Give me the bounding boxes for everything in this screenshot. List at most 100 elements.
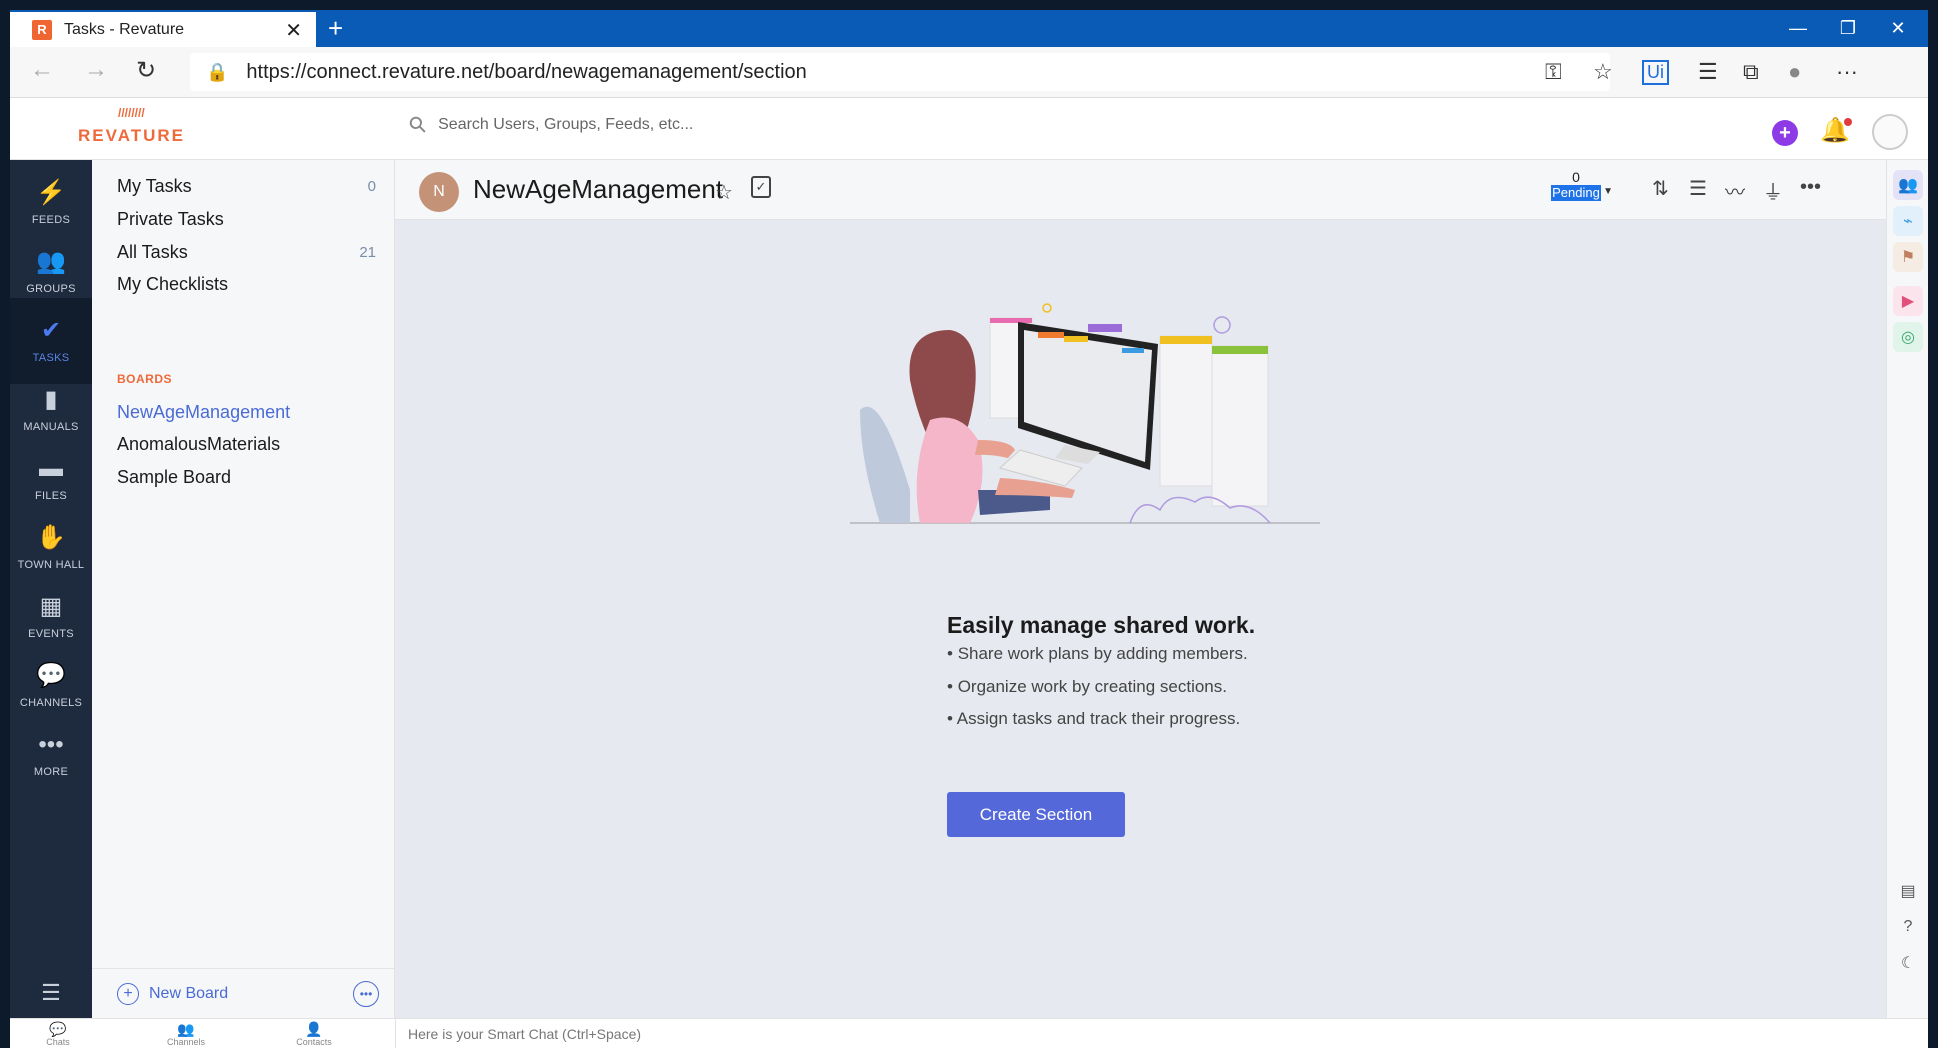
chat-icon: 💬 xyxy=(49,1021,67,1037)
footer-label: Chats xyxy=(46,1037,70,1047)
sidepanel-all-tasks[interactable]: All Tasks xyxy=(117,242,188,263)
forward-icon[interactable]: → xyxy=(84,56,108,84)
revature-favicon-icon: R xyxy=(32,19,52,40)
nav-label: MANUALS xyxy=(23,421,79,433)
dark-mode-icon[interactable]: ☾ xyxy=(1893,948,1923,978)
bolt-icon: ⚡ xyxy=(36,179,66,206)
sidepanel-private-tasks[interactable]: Private Tasks xyxy=(117,209,224,230)
profile-icon[interactable]: ● xyxy=(1788,59,1801,85)
notes-icon[interactable]: ▤ xyxy=(1893,876,1923,906)
board-anomalousmaterials[interactable]: AnomalousMaterials xyxy=(117,434,280,455)
back-icon[interactable]: ← xyxy=(30,56,54,84)
plus-circle-icon: + xyxy=(117,982,139,1005)
favorite-star-icon[interactable]: ☆ xyxy=(1593,59,1613,85)
broadcast-icon[interactable]: ◎ xyxy=(1893,322,1923,352)
board-sample-board[interactable]: Sample Board xyxy=(117,467,231,488)
key-icon[interactable]: ⚿ xyxy=(1545,59,1562,85)
url-field[interactable]: 🔒 https://connect.revature.net/board/new… xyxy=(190,53,1610,91)
nav-more[interactable]: ••• MORE xyxy=(10,712,92,798)
logo-text: REVATURE xyxy=(78,126,185,145)
tasks-side-panel: My Tasks 0 Private Tasks All Tasks 21 My… xyxy=(92,160,395,1018)
search-bar[interactable]: ⚲ xyxy=(403,110,939,139)
tab-title: Tasks - Revature xyxy=(64,20,185,38)
nav-label: FILES xyxy=(34,490,68,502)
chat-icon: 💬 xyxy=(36,662,66,689)
notifications-bell-icon[interactable]: 🔔 xyxy=(1820,116,1852,145)
bullet-item: • Organize work by creating sections. xyxy=(947,677,1227,696)
more-icon: ••• xyxy=(38,731,64,758)
browser-tab[interactable]: R Tasks - Revature ✕ xyxy=(10,10,316,47)
members-icon[interactable]: 👥 xyxy=(1893,170,1923,200)
notification-dot xyxy=(1843,118,1852,126)
checklist-icon[interactable]: ✓ xyxy=(751,176,771,198)
nav-label: TOWN HALL xyxy=(17,559,85,571)
logo-rays-icon: //////// xyxy=(118,106,145,120)
new-board-label: New Board xyxy=(149,984,229,1002)
minimize-icon[interactable]: — xyxy=(1773,10,1823,47)
more-options-icon[interactable]: ••• xyxy=(1800,176,1821,199)
search-input[interactable] xyxy=(438,116,939,134)
title-bar: R Tasks - Revature ✕ + — ❐ ✕ xyxy=(10,10,1928,47)
url-text: https://connect.revature.net/board/newag… xyxy=(246,60,807,83)
board-header: N NewAgeManagement ☆ ✓ 0 Pending ▼ ⇅ ☰ 〰… xyxy=(395,160,1886,220)
hand-icon: ✋ xyxy=(36,524,66,551)
nav-label: GROUPS xyxy=(26,283,76,295)
list-view-icon[interactable]: ☰ xyxy=(1689,176,1707,201)
filter-icon[interactable]: ⏚ xyxy=(1763,176,1783,205)
help-icon[interactable]: ? xyxy=(1893,912,1923,942)
flag-icon[interactable]: ⚑ xyxy=(1893,242,1923,272)
channels-icon: 👥 xyxy=(177,1021,195,1037)
groups-icon: 👥 xyxy=(36,248,66,275)
nav-label: TASKS xyxy=(32,352,70,364)
board-options-icon[interactable]: ••• xyxy=(353,980,379,1007)
new-tab-icon[interactable]: + xyxy=(328,13,343,43)
plug-icon[interactable]: ⌁ xyxy=(1893,206,1923,236)
left-nav: ⚡ FEEDS 👥 GROUPS ✔ TASKS ▮ MANUALS ▬ FILES ✋ T… xyxy=(10,160,92,1018)
create-section-button[interactable]: Create Section xyxy=(947,792,1125,837)
nav-label: EVENTS xyxy=(28,628,74,640)
footer-contacts[interactable]: 👤 Contacts xyxy=(274,1021,354,1047)
book-icon: ▮ xyxy=(44,386,58,413)
sidepanel-my-tasks[interactable]: My Tasks xyxy=(117,176,192,197)
right-rail: 👥 ⌁ ⚑ ▶ ◎ ▤ ? ☾ xyxy=(1886,160,1928,1018)
collapse-menu-icon[interactable]: ☰ xyxy=(10,968,92,1018)
main-content: N NewAgeManagement ☆ ✓ 0 Pending ▼ ⇅ ☰ 〰… xyxy=(395,160,1886,1018)
refresh-icon[interactable]: ↻ xyxy=(136,56,156,85)
smart-chat-input[interactable]: Here is your Smart Chat (Ctrl+Space) xyxy=(395,1019,1928,1048)
close-tab-icon[interactable]: ✕ xyxy=(285,18,302,43)
pending-label: Pending xyxy=(1551,185,1601,201)
sort-icon[interactable]: ⇅ xyxy=(1652,176,1669,201)
calendar-icon: ▦ xyxy=(39,593,63,620)
sidepanel-my-checklists[interactable]: My Checklists xyxy=(117,274,228,295)
address-bar: ← → ↻ 🔒 https://connect.revature.net/boa… xyxy=(10,47,1928,98)
restore-icon[interactable]: ❐ xyxy=(1823,10,1873,47)
nav-label: MORE xyxy=(33,766,69,778)
favorites-icon[interactable]: ☰ xyxy=(1698,59,1718,85)
search-icon: ⚲ xyxy=(403,110,433,140)
footer-channels[interactable]: 👥 Channels xyxy=(146,1021,226,1047)
new-board-button[interactable]: + New Board ••• xyxy=(92,968,395,1018)
bullet-text: Organize work by creating sections. xyxy=(957,677,1227,696)
close-window-icon[interactable]: ✕ xyxy=(1873,10,1923,47)
pending-count: 0 xyxy=(1572,169,1580,185)
my-tasks-count: 0 xyxy=(367,178,376,195)
nav-label: FEEDS xyxy=(31,214,71,226)
video-icon[interactable]: ▶ xyxy=(1893,286,1923,316)
revature-logo[interactable]: //////// REVATURE xyxy=(78,106,185,145)
contact-icon: 👤 xyxy=(305,1021,323,1037)
board-title: NewAgeManagement xyxy=(473,174,724,204)
board-avatar: N xyxy=(419,172,459,212)
activity-icon[interactable]: 〰 xyxy=(1725,176,1745,205)
user-avatar[interactable] xyxy=(1872,114,1908,150)
chevron-down-icon: ▼ xyxy=(1603,186,1613,197)
star-icon[interactable]: ☆ xyxy=(715,180,733,205)
pending-filter[interactable]: 0 Pending ▼ xyxy=(1549,169,1613,202)
add-icon[interactable]: + xyxy=(1772,120,1798,146)
check-circle-icon: ✔ xyxy=(40,317,62,344)
collections-icon[interactable]: ⧉ xyxy=(1743,59,1759,85)
footer-label: Contacts xyxy=(296,1037,332,1047)
board-newagemanagement[interactable]: NewAgeManagement xyxy=(117,402,290,423)
settings-more-icon[interactable]: ··· xyxy=(1836,59,1858,85)
extension-ui-icon[interactable]: Ui xyxy=(1642,60,1669,85)
footer-chats[interactable]: 💬 Chats xyxy=(18,1021,98,1047)
